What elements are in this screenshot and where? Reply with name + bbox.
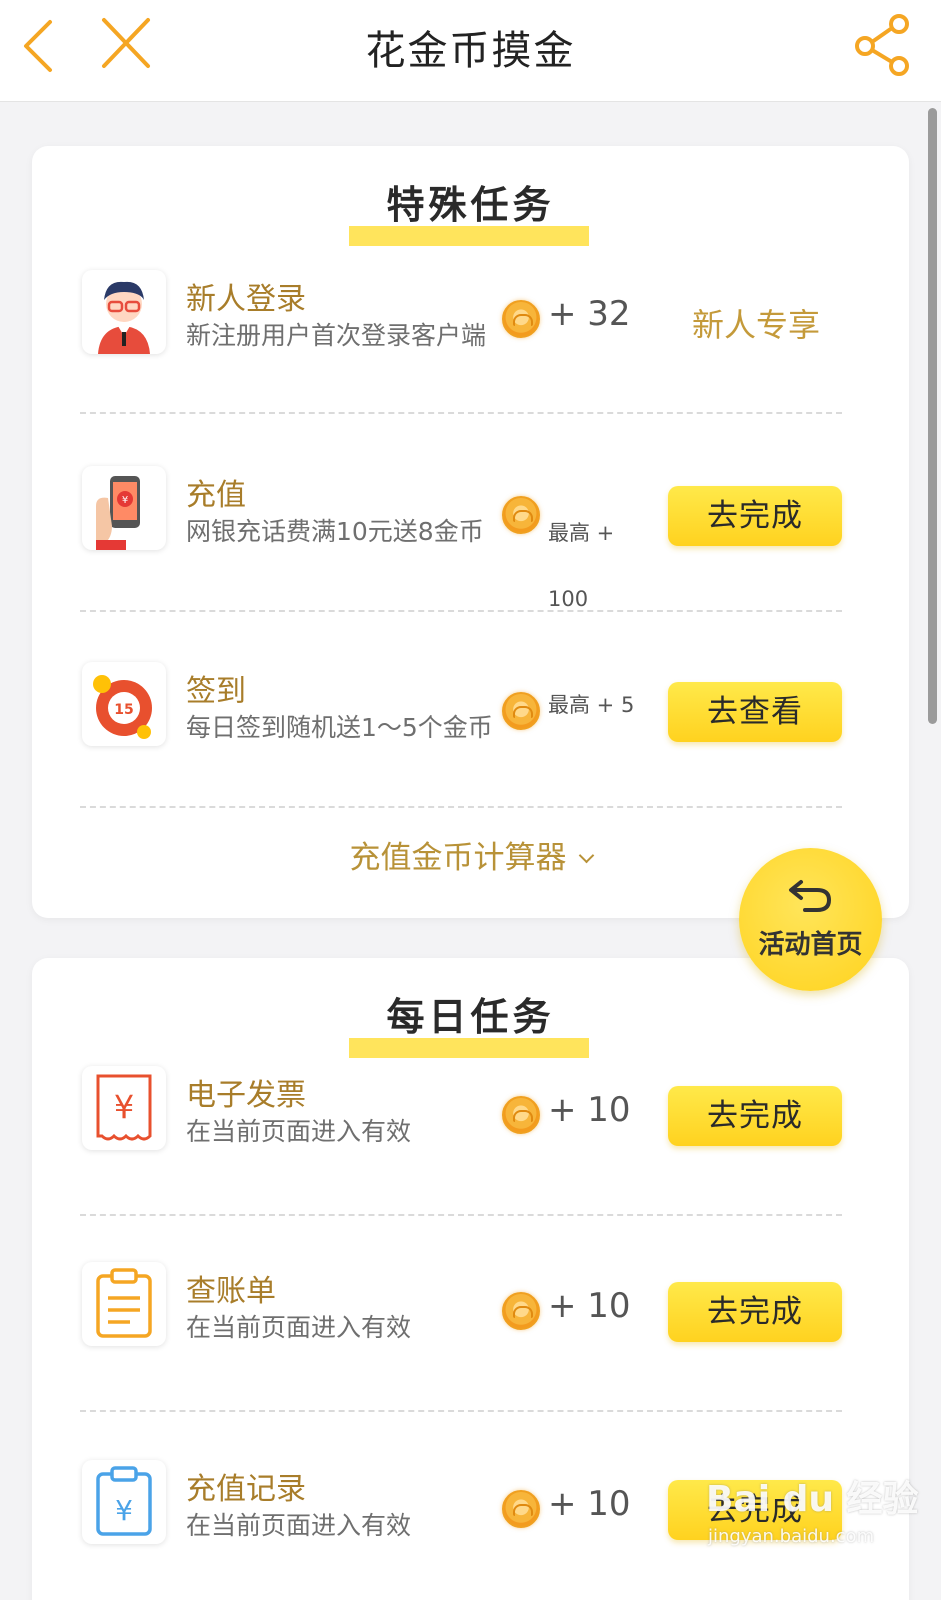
divider xyxy=(80,610,842,612)
task-name: 查账单 xyxy=(186,1274,276,1309)
task-reward: + 32 xyxy=(548,294,631,334)
share-button[interactable] xyxy=(851,12,915,76)
share-icon xyxy=(855,14,909,76)
divider xyxy=(80,1214,842,1216)
go-complete-button[interactable]: 去完成 xyxy=(668,1086,842,1146)
task-reward: + 10 xyxy=(548,1286,631,1326)
task-name: 充值 xyxy=(186,478,246,513)
title-highlight xyxy=(349,1038,589,1058)
task-description: 在当前页面进入有效 xyxy=(186,1511,412,1540)
divider xyxy=(80,1410,842,1412)
go-complete-button[interactable]: 去完成 xyxy=(668,486,842,546)
phone-recharge-icon: ¥ xyxy=(82,466,166,550)
svg-text:¥: ¥ xyxy=(114,1088,134,1126)
coin-icon xyxy=(502,1490,540,1528)
coin-icon xyxy=(502,496,540,534)
svg-text:¥: ¥ xyxy=(115,1494,133,1527)
task-name: 签到 xyxy=(186,674,246,709)
task-new-login: 新人登录 新注册用户首次登录客户端 + 32 新人专享 xyxy=(32,270,909,420)
go-view-button[interactable]: 去查看 xyxy=(668,682,842,742)
coin-icon xyxy=(502,300,540,338)
task-reward: 最高 + 5 xyxy=(548,693,635,717)
task-description: 每日签到随机送1～5个金币 xyxy=(186,713,493,742)
special-section-title: 特殊任务 xyxy=(32,174,909,246)
task-description: 在当前页面进入有效 xyxy=(186,1117,412,1146)
watermark-brand: Bai du 经验 xyxy=(706,1479,919,1520)
task-reward: + 10 xyxy=(548,1484,631,1524)
coin-icon xyxy=(502,1096,540,1134)
divider xyxy=(80,412,842,414)
special-tasks-card: 特殊任务 新人登录 新注册用户首次登录客户端 + 32 新人专享 ¥ 充值 网银… xyxy=(32,146,909,918)
task-checkin: 15 签到 每日签到随机送1～5个金币 最高 + 5 去查看 xyxy=(32,662,909,812)
svg-text:¥: ¥ xyxy=(122,495,128,506)
coin-icon xyxy=(502,692,540,730)
yen-clipboard-icon: ¥ xyxy=(82,1460,166,1544)
clipboard-icon xyxy=(82,1262,166,1346)
chevron-down-icon xyxy=(578,847,594,864)
task-recharge: ¥ 充值 网银充话费满10元送8金币 最高 + 100 去完成 xyxy=(32,466,909,616)
task-description: 网银充话费满10元送8金币 xyxy=(186,517,484,546)
task-name: 充值记录 xyxy=(186,1472,306,1507)
task-e-invoice: ¥ 电子发票 在当前页面进入有效 + 10 去完成 xyxy=(32,1066,909,1216)
task-reward: + 10 xyxy=(548,1090,631,1130)
scrollbar[interactable] xyxy=(928,108,937,724)
task-check-bill: 查账单 在当前页面进入有效 + 10 去完成 xyxy=(32,1262,909,1412)
baidu-jingyan-watermark: Bai du 经验 jingyan.baidu.com xyxy=(704,1460,919,1570)
daily-title-text: 每日任务 xyxy=(386,994,555,1039)
activity-home-button[interactable]: 活动首页 xyxy=(739,848,882,991)
go-complete-button[interactable]: 去完成 xyxy=(668,1282,842,1342)
title-highlight xyxy=(349,226,589,246)
calculator-label: 充值金币计算器 xyxy=(349,840,567,876)
invoice-icon: ¥ xyxy=(82,1066,166,1150)
watermark-url: jingyan.baidu.com xyxy=(708,1526,875,1547)
svg-text:15: 15 xyxy=(114,702,133,718)
special-title-text: 特殊任务 xyxy=(386,182,555,227)
return-arrow-icon xyxy=(789,880,832,912)
calendar-checkin-icon: 15 xyxy=(82,662,166,746)
divider xyxy=(80,806,842,808)
daily-section-title: 每日任务 xyxy=(32,986,909,1058)
new-user-exclusive-label: 新人专享 xyxy=(692,306,821,344)
coin-icon xyxy=(502,1292,540,1330)
page-title: 花金币摸金 xyxy=(365,28,576,74)
activity-home-label: 活动首页 xyxy=(758,930,863,960)
top-bar: 花金币摸金 xyxy=(0,0,941,102)
task-name: 新人登录 xyxy=(186,282,306,317)
task-description: 在当前页面进入有效 xyxy=(186,1313,412,1342)
avatar-icon xyxy=(82,270,166,354)
task-description: 新注册用户首次登录客户端 xyxy=(186,321,487,350)
task-name: 电子发票 xyxy=(186,1078,306,1113)
task-reward: 最高 + 100 xyxy=(548,521,615,611)
